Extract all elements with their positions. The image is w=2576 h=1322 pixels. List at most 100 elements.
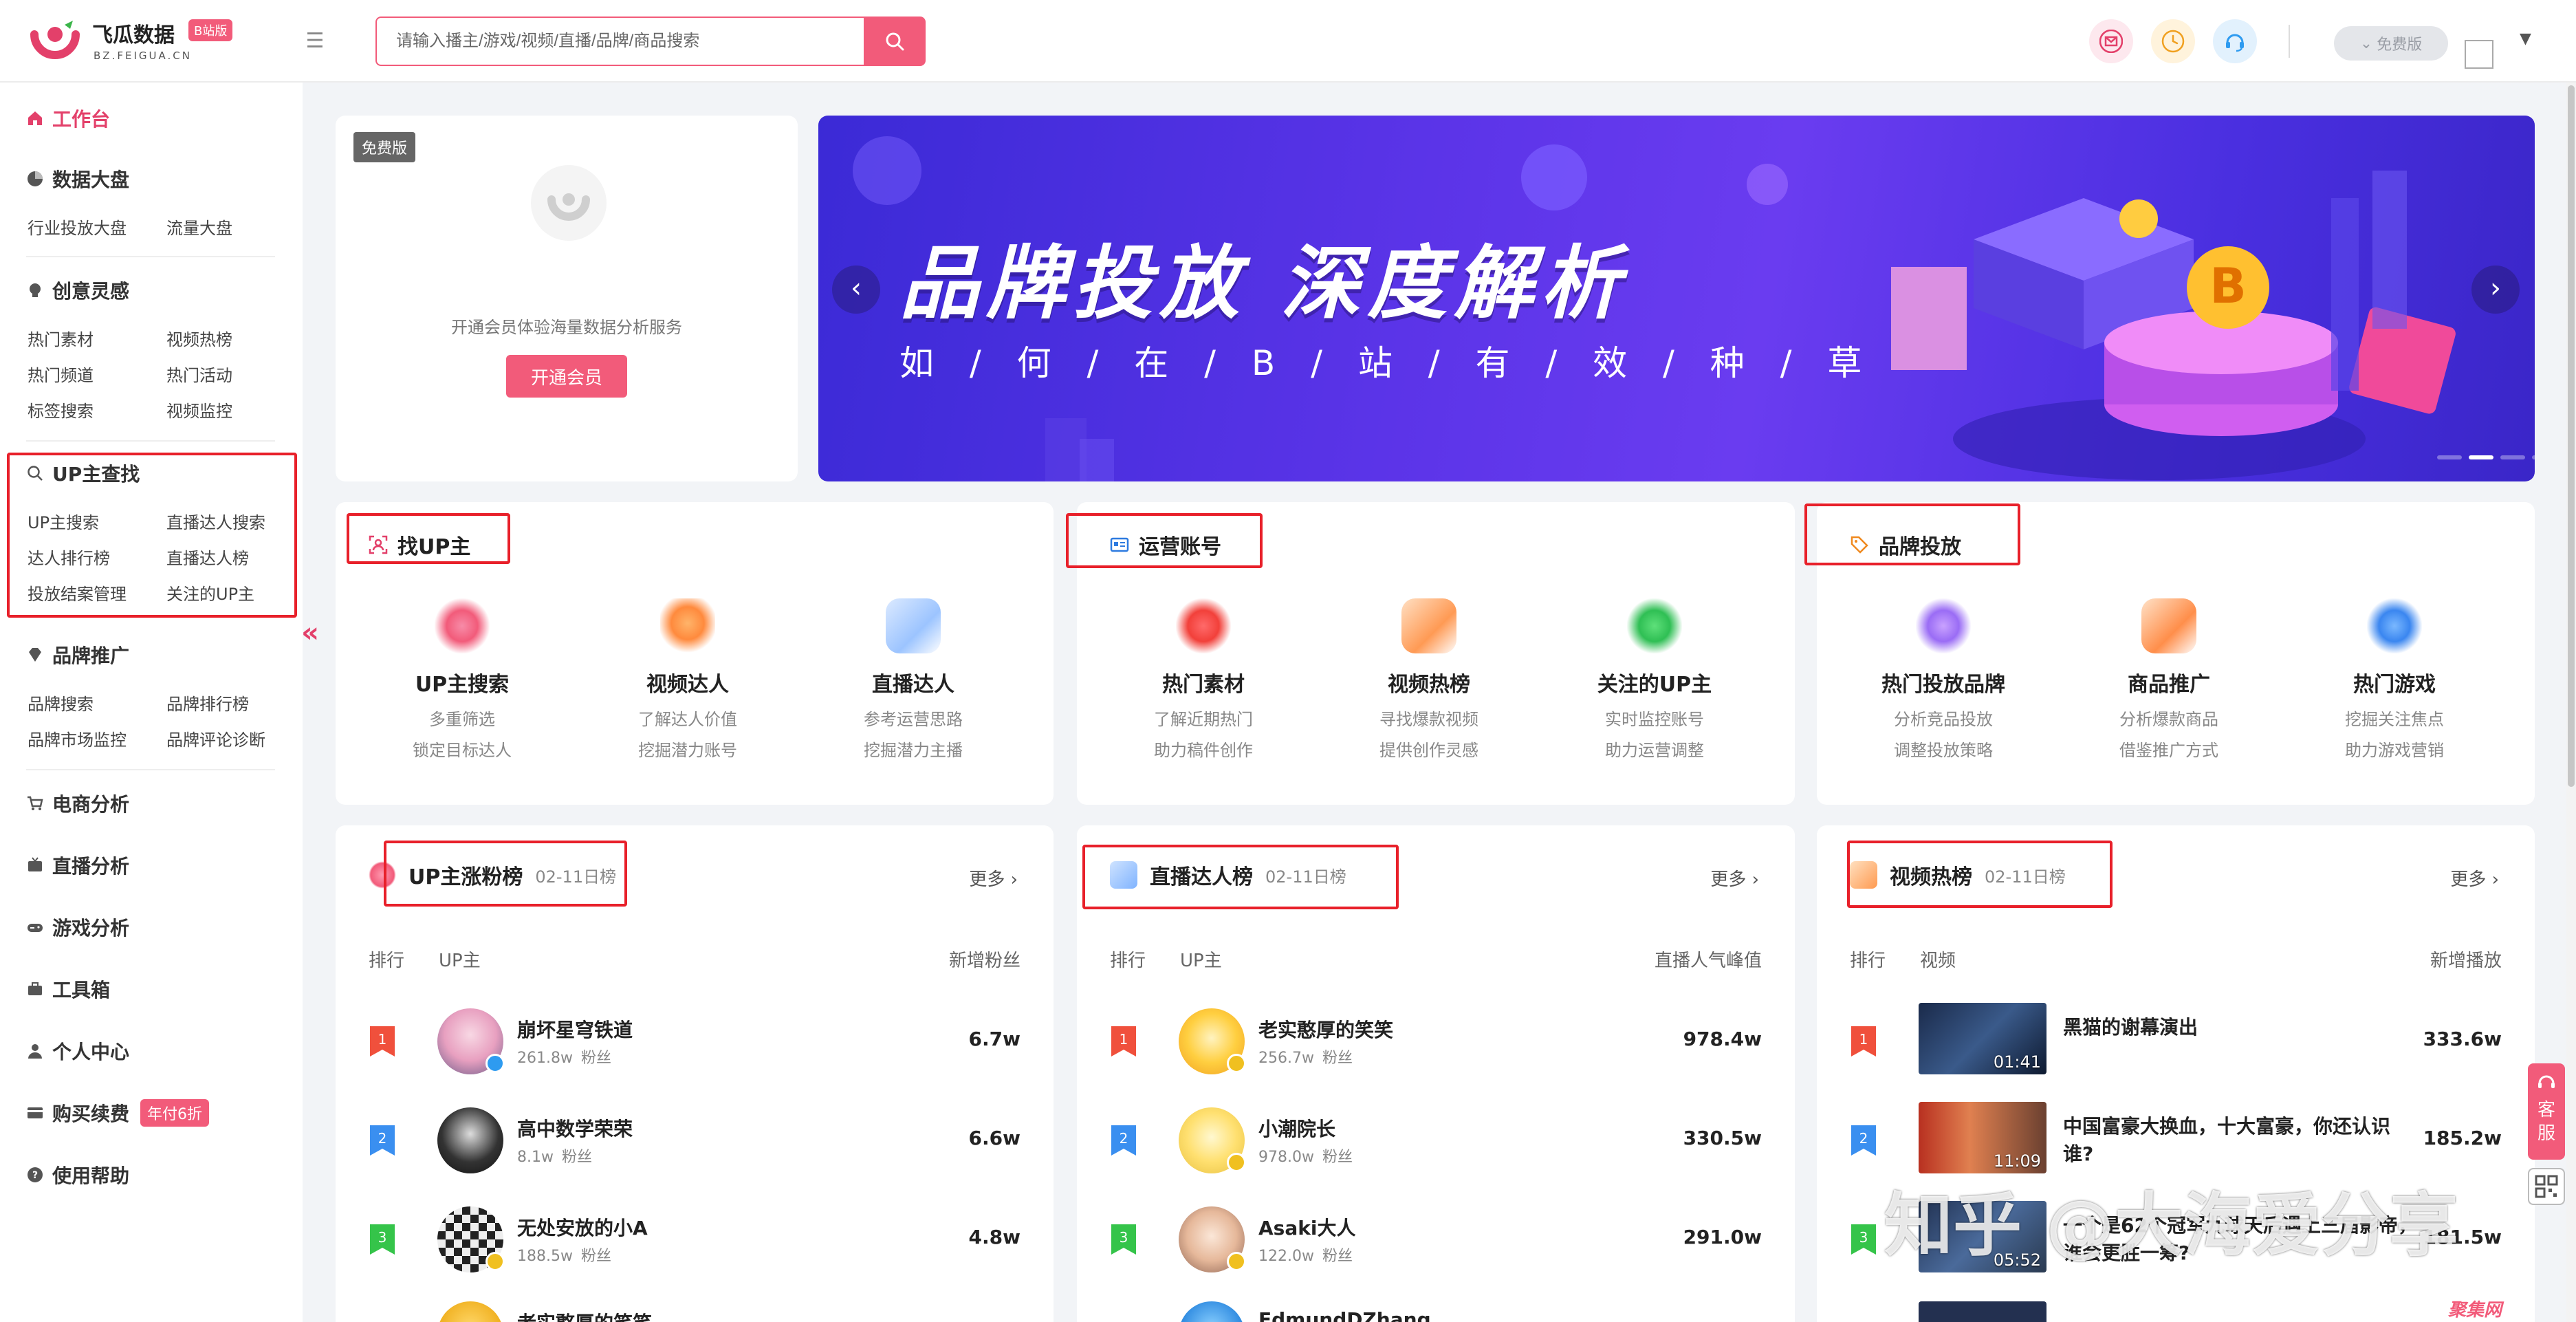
more-link[interactable]: 更多 ›	[2450, 865, 2499, 891]
avatar	[437, 1008, 505, 1074]
sidebar-link-brand-comment[interactable]: 品牌评论诊断	[166, 726, 265, 750]
svg-text:3: 3	[1120, 1229, 1128, 1246]
sidebar-item-ecommerce[interactable]: 电商分析	[26, 790, 129, 817]
sidebar-section-brand[interactable]: 品牌推广	[26, 641, 129, 669]
plan-badge[interactable]: ⌄ 免费版	[2334, 26, 2448, 61]
feature-hot-material[interactable]: 热门素材 了解近期热门 助力稿件创作	[1100, 598, 1307, 761]
collapse-sidebar-icon[interactable]: «	[298, 605, 322, 660]
table-row[interactable]: 老实憨厚的笑笑	[369, 1296, 1020, 1322]
sidebar-link-live-rank[interactable]: 直播达人榜	[166, 545, 249, 569]
feature-card-brand: 品牌投放 热门投放品牌 分析竞品投放 调整投放策略 商品推广 分析爆款商品 借鉴…	[1817, 502, 2535, 805]
banner-next-button[interactable]: ›	[2471, 266, 2520, 314]
qr-code-button[interactable]	[2528, 1168, 2565, 1205]
gamepad-icon	[2367, 598, 2422, 653]
scrollbar[interactable]	[2566, 83, 2576, 1322]
feature-live-talent[interactable]: 直播达人 参考运营思路 挖掘潜力主播	[810, 598, 1016, 761]
sidebar-link-talent-rank[interactable]: 达人排行榜	[28, 545, 110, 569]
sidebar-link-hot-material[interactable]: 热门素材	[28, 326, 94, 350]
caret-down-icon[interactable]: ▼	[2520, 30, 2531, 47]
promo-banner[interactable]: B 品牌投放 深度解析 如 / 何 / 在 / B / 站 / 有 / 效 / …	[818, 116, 2535, 481]
video-thumbnail[interactable]	[1919, 1301, 2046, 1322]
search-input[interactable]	[375, 17, 864, 66]
table-row[interactable]: 2 小潮院长 978.0w 粉丝 330.5w	[1110, 1102, 1762, 1178]
sidebar-link-followed-up[interactable]: 关注的UP主	[166, 581, 254, 605]
sidebar-item-profile[interactable]: 个人中心	[26, 1037, 129, 1065]
table-row[interactable]: 1 01:41 黑猫的谢幕演出 333.6w	[1850, 1003, 2502, 1079]
video-thumbnail[interactable]: 01:41	[1919, 1003, 2046, 1074]
table-row[interactable]: 3 无处安放的小A 188.5w 粉丝 4.8w	[369, 1201, 1020, 1277]
avatar	[1179, 1107, 1246, 1173]
divider	[26, 440, 275, 442]
table-row[interactable]: 1 崩坏星穹铁道 261.8w 粉丝 6.7w	[369, 1003, 1020, 1079]
feature-hot-brand[interactable]: 热门投放品牌 分析竞品投放 调整投放策略	[1840, 598, 2046, 761]
rank-3-bookmark-icon: 3	[1851, 1224, 1876, 1255]
menu-toggle-icon[interactable]: ☰	[303, 29, 327, 54]
sidebar-section-dashboard[interactable]: 数据大盘	[26, 165, 129, 193]
search-button[interactable]	[864, 17, 926, 66]
banner-dot-active[interactable]	[2469, 455, 2493, 459]
medal-icon	[1916, 598, 1971, 653]
sidebar-section-up-search[interactable]: UP主查找	[26, 459, 140, 487]
sidebar-item-help[interactable]: ? 使用帮助	[26, 1161, 129, 1189]
table-row[interactable]: 1 老实憨厚的笑笑 256.7w 粉丝 978.4w	[1110, 1003, 1762, 1079]
sidebar-link-video-monitor[interactable]: 视频监控	[166, 398, 232, 422]
gamepad-icon	[28, 924, 43, 932]
sidebar-item-purchase[interactable]: 购买续费 年付6折	[26, 1099, 210, 1127]
sidebar-link-brand-market[interactable]: 品牌市场监控	[28, 726, 127, 750]
rank-2-bookmark-icon: 2	[1111, 1125, 1136, 1156]
sidebar-link-brand-search[interactable]: 品牌搜索	[28, 691, 94, 715]
sidebar-section-inspiration[interactable]: 创意灵感	[26, 277, 129, 304]
feature-followed-up[interactable]: 关注的UP主 实时监控账号 助力运营调整	[1551, 598, 1758, 761]
table-row[interactable]: 2 高中数学荣荣 8.1w 粉丝 6.6w	[369, 1102, 1020, 1178]
banner-prev-button[interactable]: ‹	[832, 266, 880, 314]
table-row[interactable]: 3 Asaki大人 122.0w 粉丝 291.0w	[1110, 1201, 1762, 1277]
sidebar-link-brand-rank[interactable]: 品牌排行榜	[166, 691, 249, 715]
sidebar-link-up-search[interactable]: UP主搜索	[28, 509, 99, 533]
star-icon	[1627, 598, 1682, 653]
banner-dot[interactable]	[2532, 455, 2535, 459]
ranking-card-up-fans: UP主涨粉榜 02-11日榜 更多 › 排行 UP主 新增粉丝 1 崩坏星穹铁道…	[336, 825, 1054, 1322]
table-row[interactable]	[1850, 1301, 2502, 1322]
user-scan-icon	[369, 535, 388, 554]
sidebar-item-game[interactable]: 游戏分析	[26, 913, 129, 941]
sidebar-item-workbench[interactable]: 工作台	[26, 105, 110, 132]
sidebar-link-industry-dashboard[interactable]: 行业投放大盘	[28, 215, 127, 239]
table-row[interactable]: EdmundDZhang	[1110, 1296, 1762, 1322]
feature-hot-game[interactable]: 热门游戏 挖掘关注焦点 助力游戏营销	[2291, 598, 2498, 761]
mail-button[interactable]	[2089, 19, 2133, 63]
brand-logo[interactable]: 飞瓜数据 B站版 BZ.FEIGUA.CN	[30, 15, 264, 67]
customer-service-button[interactable]: 客服	[2528, 1063, 2565, 1160]
talent-avatar-icon	[660, 598, 715, 653]
more-link[interactable]: 更多 ›	[969, 865, 1018, 891]
banner-dot[interactable]	[2500, 455, 2525, 459]
table-row[interactable]: 2 11:09 中国富豪大换血，十大富豪，你还认识谁? 185.2w	[1850, 1102, 2502, 1178]
history-button[interactable]	[2151, 19, 2195, 63]
video-thumbnail[interactable]: 11:09	[1919, 1102, 2046, 1173]
avatar[interactable]	[2465, 40, 2493, 69]
banner-dot[interactable]	[2437, 455, 2462, 459]
sidebar-link-live-search[interactable]: 直播达人搜索	[166, 509, 265, 533]
sidebar-item-live[interactable]: 直播分析	[26, 852, 129, 879]
sidebar-link-campaign-manage[interactable]: 投放结案管理	[28, 581, 127, 605]
open-membership-button[interactable]: 开通会员	[506, 355, 627, 398]
feature-video-talent[interactable]: 视频达人 了解达人价值 挖掘潜力账号	[585, 598, 791, 761]
shopping-cart-icon	[2141, 598, 2196, 653]
feature-product-promo[interactable]: 商品推广 分析爆款商品 借鉴推广方式	[2066, 598, 2272, 761]
sidebar-item-toolbox[interactable]: 工具箱	[26, 975, 110, 1003]
feature-up-search[interactable]: UP主搜索 多重筛选 锁定目标达人	[359, 598, 565, 761]
sidebar-link-tag-search[interactable]: 标签搜索	[28, 398, 94, 422]
sidebar-link-hot-channel[interactable]: 热门频道	[28, 362, 94, 386]
svg-text:B: B	[2209, 258, 2246, 314]
qr-code-icon	[2535, 1175, 2558, 1198]
sidebar-link-video-hot[interactable]: 视频热榜	[166, 326, 232, 350]
sidebar-link-traffic-dashboard[interactable]: 流量大盘	[166, 215, 232, 239]
sidebar-link-hot-activity[interactable]: 热门活动	[166, 362, 232, 386]
feigua-logo-icon	[30, 21, 80, 59]
scrollbar-thumb[interactable]	[2568, 85, 2575, 787]
customer-service-label: 客服	[2537, 1100, 2555, 1144]
sale-badge: 年付6折	[140, 1099, 210, 1127]
more-link[interactable]: 更多 ›	[1710, 865, 1759, 891]
support-button[interactable]	[2213, 19, 2257, 63]
feature-video-hot[interactable]: 视频热榜 寻找爆款视频 提供创作灵感	[1326, 598, 1532, 761]
banner-dots	[2437, 455, 2535, 459]
